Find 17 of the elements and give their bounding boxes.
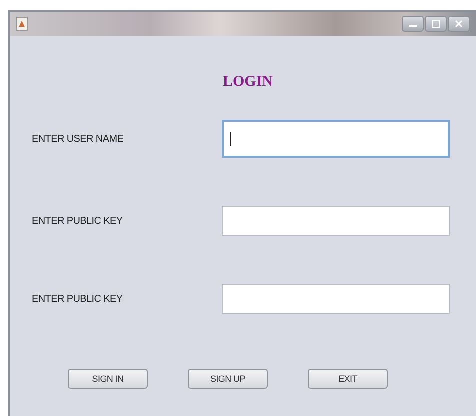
input-field[interactable] bbox=[222, 206, 450, 236]
app-icon bbox=[16, 17, 28, 31]
close-button[interactable] bbox=[448, 16, 470, 32]
field-label: ENTER PUBLIC KEY bbox=[32, 216, 124, 226]
input-field[interactable] bbox=[222, 120, 450, 158]
field-label: ENTER USER NAME bbox=[32, 134, 125, 144]
login-heading: LOGIN bbox=[222, 73, 274, 92]
action-button[interactable]: EXIT bbox=[308, 369, 388, 389]
minimize-button[interactable] bbox=[402, 16, 424, 32]
close-icon bbox=[455, 20, 463, 28]
maximize-icon bbox=[432, 20, 440, 28]
text-caret bbox=[230, 132, 231, 146]
maximize-button[interactable] bbox=[425, 16, 447, 32]
input-field[interactable] bbox=[222, 284, 450, 314]
action-button[interactable]: SIGN IN bbox=[68, 369, 148, 389]
field-label: ENTER PUBLIC KEY bbox=[32, 294, 124, 304]
action-button[interactable]: SIGN UP bbox=[188, 369, 268, 389]
